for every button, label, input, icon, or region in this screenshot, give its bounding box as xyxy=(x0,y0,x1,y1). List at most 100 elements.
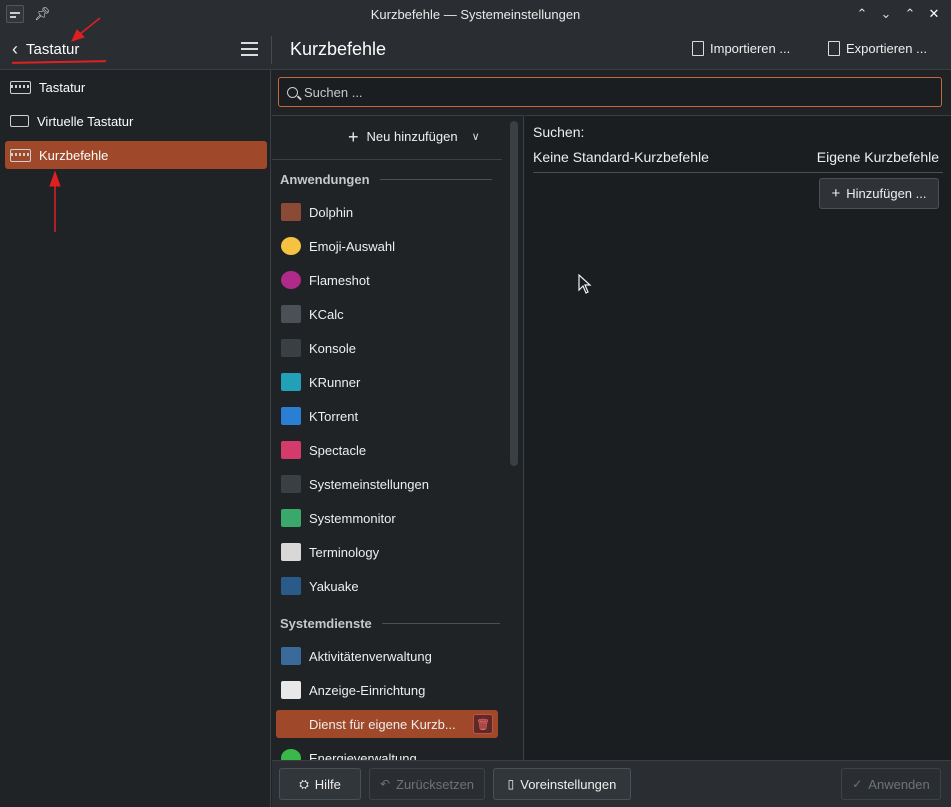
import-label: Importieren ... xyxy=(710,41,791,56)
sidebar-item-label: Tastatur xyxy=(39,79,86,95)
list-item[interactable]: Systemmonitor xyxy=(276,504,498,532)
section-title: Systemdienste xyxy=(280,616,372,631)
shortcut-detail-pane: Suchen: Keine Standard-Kurzbefehle Eigen… xyxy=(525,115,951,760)
system-settings-icon xyxy=(281,475,301,493)
section-title: Anwendungen xyxy=(280,172,370,187)
annotation-underline xyxy=(11,60,107,64)
apply-button[interactable]: ✓ Anwenden xyxy=(841,768,941,800)
maximize-icon[interactable]: ⌃ xyxy=(901,4,919,24)
apply-label: Anwenden xyxy=(868,776,930,792)
list-item-label: Systemmonitor xyxy=(309,510,396,526)
list-item[interactable]: Energieverwaltung xyxy=(276,744,498,760)
list-item[interactable]: Terminology xyxy=(276,538,498,566)
minimize-icon[interactable]: ⌄ xyxy=(877,4,895,24)
reset-label: Zurücksetzen xyxy=(396,776,475,792)
sidebar-item-label: Kurzbefehle xyxy=(39,147,109,163)
export-label: Exportieren ... xyxy=(846,41,927,56)
list-item-label: KRunner xyxy=(309,374,361,390)
list-item[interactable]: Anzeige-Einrichtung xyxy=(276,676,498,704)
add-shortcut-label: Hinzufügen ... xyxy=(846,186,927,201)
sidebar-item-tastatur[interactable]: Tastatur xyxy=(5,73,267,101)
list-item[interactable]: KRunner xyxy=(276,368,498,396)
list-item-label: Flameshot xyxy=(309,272,370,288)
trash-icon[interactable]: 🗑 xyxy=(473,714,493,734)
list-item-label: KTorrent xyxy=(309,408,359,424)
export-button[interactable]: Exportieren ... xyxy=(828,41,927,56)
system-monitor-icon xyxy=(281,509,301,527)
divider xyxy=(379,179,492,180)
add-new-label: Neu hinzufügen xyxy=(366,129,458,144)
list-item-label: Yakuake xyxy=(309,578,359,594)
emoji-icon xyxy=(281,237,301,255)
import-icon xyxy=(692,41,704,56)
divider xyxy=(381,623,500,624)
mouse-cursor-icon xyxy=(578,274,592,294)
activities-icon xyxy=(281,647,301,665)
list-item[interactable]: KCalc xyxy=(276,300,498,328)
add-new-button[interactable]: + Neu hinzufügen ∨ xyxy=(348,128,480,146)
defaults-button[interactable]: ▯ Voreinstellungen xyxy=(493,768,631,800)
export-icon xyxy=(828,41,840,56)
import-button[interactable]: Importieren ... xyxy=(692,41,790,56)
chevron-left-icon: ‹ xyxy=(12,39,18,59)
back-button[interactable]: ‹ Tastatur xyxy=(12,39,79,60)
yakuake-icon xyxy=(281,577,301,595)
keyboard-icon xyxy=(10,148,31,162)
list-item[interactable]: Aktivitätenverwaltung xyxy=(276,642,498,670)
sidebar-item-label: Virtuelle Tastatur xyxy=(37,113,134,129)
default-shortcuts-header: Keine Standard-Kurzbefehle xyxy=(533,149,709,165)
power-icon xyxy=(281,749,301,760)
back-label: Tastatur xyxy=(26,41,80,58)
ktorrent-icon xyxy=(281,407,301,425)
krunner-icon xyxy=(281,373,301,391)
help-button[interactable]: ⛭ Hilfe xyxy=(279,768,361,800)
sidebar: Tastatur Virtuelle Tastatur Kurzbefehle xyxy=(0,70,271,807)
page-title: Kurzbefehle xyxy=(290,39,387,59)
divider xyxy=(533,172,943,173)
list-item-label: Anzeige-Einrichtung xyxy=(309,682,426,698)
search-input[interactable] xyxy=(304,84,904,100)
list-item[interactable]: KTorrent xyxy=(276,402,498,430)
footer-bar: ⛭ Hilfe ↶ Zurücksetzen ▯ Voreinstellunge… xyxy=(272,760,951,807)
list-item-label: Energieverwaltung xyxy=(309,750,417,761)
display-icon xyxy=(281,681,301,699)
list-item[interactable]: Spectacle xyxy=(276,436,498,464)
terminology-icon xyxy=(281,543,301,561)
header-divider xyxy=(271,36,272,64)
spectacle-icon xyxy=(281,441,301,459)
plus-icon: + xyxy=(831,184,841,202)
virtual-keyboard-icon xyxy=(10,115,29,127)
detail-search-label: Suchen: xyxy=(533,124,585,140)
reset-button[interactable]: ↶ Zurücksetzen xyxy=(369,768,485,800)
konsole-icon xyxy=(281,339,301,357)
divider xyxy=(272,159,502,160)
scrollbar[interactable] xyxy=(510,121,518,466)
help-label: Hilfe xyxy=(314,776,341,792)
custom-shortcuts-header: Eigene Kurzbefehle xyxy=(816,149,939,165)
flameshot-icon xyxy=(281,271,301,289)
dolphin-icon xyxy=(281,203,301,221)
section-header-anwendungen: Anwendungen xyxy=(280,172,492,187)
search-field[interactable] xyxy=(278,77,942,107)
help-icon: ⛭ xyxy=(299,776,309,791)
list-item[interactable]: Yakuake xyxy=(276,572,498,600)
list-item[interactable]: Flameshot xyxy=(276,266,498,294)
window-title: Kurzbefehle — Systemeinstellungen xyxy=(370,7,581,22)
sidebar-item-virtuelle-tastatur[interactable]: Virtuelle Tastatur xyxy=(5,107,267,135)
add-shortcut-button[interactable]: + Hinzufügen ... xyxy=(819,178,939,209)
undo-icon: ↶ xyxy=(379,777,390,791)
sidebar-item-kurzbefehle[interactable]: Kurzbefehle xyxy=(5,141,267,169)
hamburger-menu-icon[interactable] xyxy=(241,42,258,56)
list-item-label: Dienst für eigene Kurzb... xyxy=(309,716,456,732)
list-item[interactable]: Emoji-Auswahl xyxy=(276,232,498,260)
keep-above-icon[interactable]: ⌃ xyxy=(853,4,871,24)
list-item[interactable]: Dolphin xyxy=(276,198,498,226)
kcalc-icon xyxy=(281,305,301,323)
document-icon: ▯ xyxy=(507,777,515,791)
close-icon[interactable]: ✕ xyxy=(925,4,943,24)
list-item[interactable]: Dienst für eigene Kurzb... 🗑 xyxy=(276,710,498,738)
page-header: ‹ Tastatur Kurzbefehle Importieren ... E… xyxy=(0,30,951,70)
list-item[interactable]: Konsole xyxy=(276,334,498,362)
list-item-label: Spectacle xyxy=(309,442,367,458)
list-item[interactable]: Systemeinstellungen xyxy=(276,470,498,498)
